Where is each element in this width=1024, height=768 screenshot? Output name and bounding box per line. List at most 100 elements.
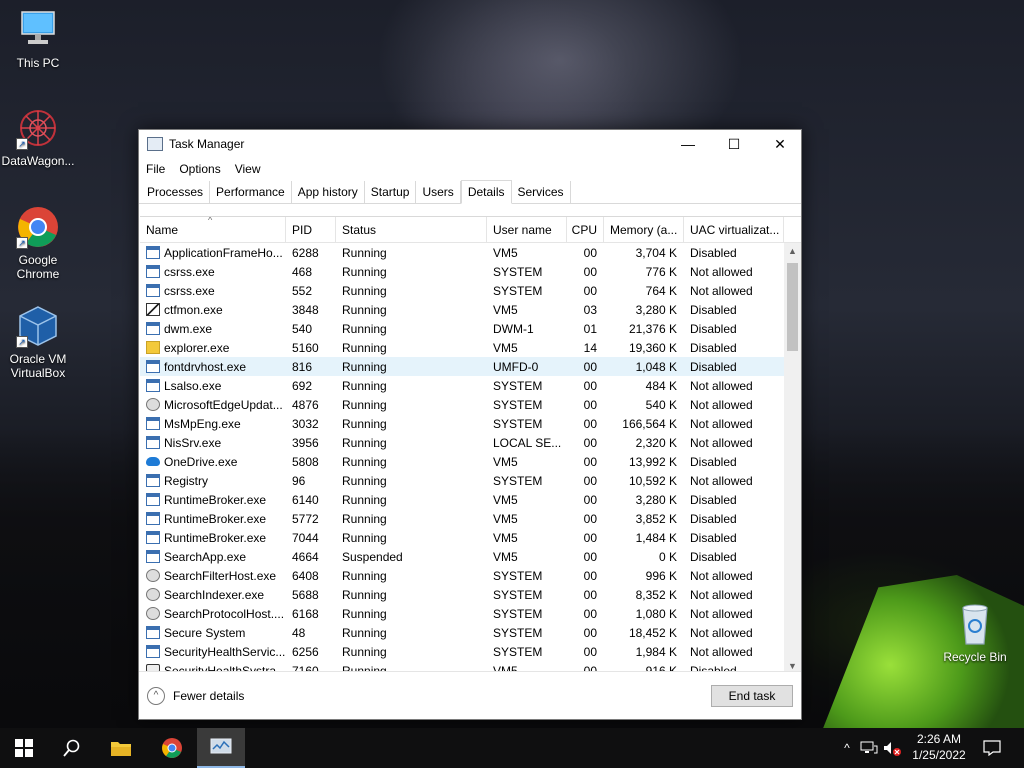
cell-name: Registry [140,471,286,490]
close-button[interactable]: ✕ [757,130,803,158]
window-icon [146,493,160,506]
table-row[interactable]: dwm.exe 540 Running DWM-1 01 21,376 K Disabled [140,319,801,338]
cell-status: Running [342,454,387,469]
table-row[interactable]: MicrosoftEdgeUpdat... 4876 Running SYSTEM 00… [140,395,801,414]
cell-cpu: 00 [583,492,597,507]
table-row[interactable]: OneDrive.exe 5808 Running VM5 00 13,992 K Disa… [140,452,801,471]
cell-name: RuntimeBroker.exe [140,528,286,547]
table-row[interactable]: explorer.exe 5160 Running VM5 14 19,360 K Disa… [140,338,801,357]
window-icon [146,284,160,297]
cell-pid: 5772 [292,511,319,526]
datawagon-icon: ↗ [16,106,60,150]
chrome-icon [162,738,182,758]
vertical-scrollbar[interactable]: ▲ ▼ [784,243,801,673]
fewer-details-button[interactable]: ^ Fewer details [147,687,244,705]
cell-name: csrss.exe [140,281,286,300]
maximize-button[interactable]: ☐ [711,130,757,158]
scroll-up-arrow-icon[interactable]: ▲ [784,243,801,259]
start-button[interactable] [0,728,48,768]
cell-name: SearchIndexer.exe [140,585,286,604]
table-row[interactable]: Secure System 48 Running SYSTEM 00 18,452 K No… [140,623,801,642]
notification-center-button[interactable] [980,728,1004,768]
cell-memory: 3,852 K [635,511,677,526]
table-row[interactable]: SearchApp.exe 4664 Suspended VM5 00 0 K Disabl… [140,547,801,566]
cell-uac: Not allowed [690,568,753,583]
cell-cpu: 00 [583,511,597,526]
table-row[interactable]: SecurityHealthServic... 6256 Running SYSTEM… [140,642,801,661]
column-header-memory[interactable]: Memory (a... [604,217,684,243]
end-task-button[interactable]: End task [711,685,793,707]
cell-user-name: VM5 [493,511,518,526]
cell-pid: 6288 [292,245,319,260]
network-icon[interactable] [860,740,878,756]
table-row[interactable]: MsMpEng.exe 3032 Running SYSTEM 00 166,564 K N… [140,414,801,433]
column-header-name[interactable]: Name [140,217,286,243]
tab-app-history[interactable]: App history [291,181,365,203]
table-row[interactable]: RuntimeBroker.exe 7044 Running VM5 00 1,484 K… [140,528,801,547]
cell-user-name: SYSTEM [493,606,543,621]
tab-details[interactable]: Details [460,180,512,204]
table-row[interactable]: csrss.exe 552 Running SYSTEM 00 764 K Not allo… [140,281,801,300]
table-row[interactable]: RuntimeBroker.exe 6140 Running VM5 00 3,280 K… [140,490,801,509]
taskbar-chrome[interactable] [148,728,196,768]
tab-performance[interactable]: Performance [210,181,292,203]
cell-cpu: 00 [583,397,597,412]
table-row[interactable]: fontdrvhost.exe 816 Running UMFD-0 00 1,048 K… [140,357,801,376]
tab-users[interactable]: Users [416,181,461,203]
menu-bar: File Options View [139,158,801,180]
column-header-uac[interactable]: UAC virtualizat... [684,217,784,243]
menu-view[interactable]: View [235,162,261,176]
desktop-icon-virtualbox[interactable]: ↗ Oracle VM VirtualBox [0,304,78,380]
table-row[interactable]: Registry 96 Running SYSTEM 00 10,592 K Not all… [140,471,801,490]
desktop-icon-label: Oracle VM VirtualBox [9,352,67,380]
column-header-pid[interactable]: PID [286,217,336,243]
volume-muted-icon[interactable] [882,740,902,756]
minimize-button[interactable]: — [665,130,711,158]
cell-status: Running [342,625,387,640]
taskbar-clock[interactable]: 2:26 AM 1/25/2022 [900,731,978,763]
process-name: ApplicationFrameHo... [164,245,283,260]
process-name: csrss.exe [164,264,215,279]
cell-memory: 21,376 K [628,321,677,336]
cell-memory: 764 K [645,283,677,298]
table-row[interactable]: RuntimeBroker.exe 5772 Running VM5 00 3,852 K… [140,509,801,528]
desktop-icon-label: This PC [16,56,60,70]
cell-cpu: 00 [583,264,597,279]
desktop-icon-this-pc[interactable]: This PC [0,8,78,70]
search-button[interactable] [48,728,96,768]
cell-status: Running [342,568,387,583]
tab-services[interactable]: Services [511,181,571,203]
table-row[interactable]: ctfmon.exe 3848 Running VM5 03 3,280 K Disable… [140,300,801,319]
menu-file[interactable]: File [146,162,165,176]
table-row[interactable]: SearchProtocolHost.... 6168 Running SYSTEM 0… [140,604,801,623]
column-header-status[interactable]: Status [336,217,487,243]
cell-cpu: 00 [583,378,597,393]
column-header-cpu[interactable]: CPU [567,217,604,243]
window-icon [146,246,160,259]
menu-options[interactable]: Options [179,162,220,176]
cell-pid: 3848 [292,302,319,317]
cell-name: SearchFilterHost.exe [140,566,286,585]
table-row[interactable]: csrss.exe 468 Running SYSTEM 00 776 K Not allo… [140,262,801,281]
desktop-icon-google-chrome[interactable]: ↗ Google Chrome [0,205,78,281]
table-row[interactable]: NisSrv.exe 3956 Running LOCAL SE... 00 2,320 … [140,433,801,452]
cell-name: ApplicationFrameHo... [140,243,286,262]
cell-status: Running [342,397,387,412]
desktop-icon-datawagon[interactable]: ↗ DataWagon... [0,106,78,168]
scrollbar-thumb[interactable] [787,263,798,351]
desktop-icon-recycle-bin[interactable]: Recycle Bin [935,602,1015,664]
tab-processes[interactable]: Processes [141,181,211,203]
cell-status: Running [342,530,387,545]
show-hidden-icons-chevron-icon[interactable]: ^ [838,741,856,755]
table-row[interactable]: Lsalso.exe 692 Running SYSTEM 00 484 K Not all… [140,376,801,395]
table-row[interactable]: ApplicationFrameHo... 6288 Running VM5 00 3,7… [140,243,801,262]
table-row[interactable]: SearchFilterHost.exe 6408 Running SYSTEM 00 9… [140,566,801,585]
cell-uac: Not allowed [690,416,753,431]
column-header-user-name[interactable]: User name [487,217,567,243]
tab-startup[interactable]: Startup [364,181,417,203]
title-bar[interactable]: Task Manager — ☐ ✕ [139,130,801,158]
cell-uac: Not allowed [690,587,753,602]
taskbar-file-explorer[interactable] [97,728,145,768]
taskbar-task-manager[interactable] [197,728,245,768]
table-row[interactable]: SearchIndexer.exe 5688 Running SYSTEM 00 8,35… [140,585,801,604]
